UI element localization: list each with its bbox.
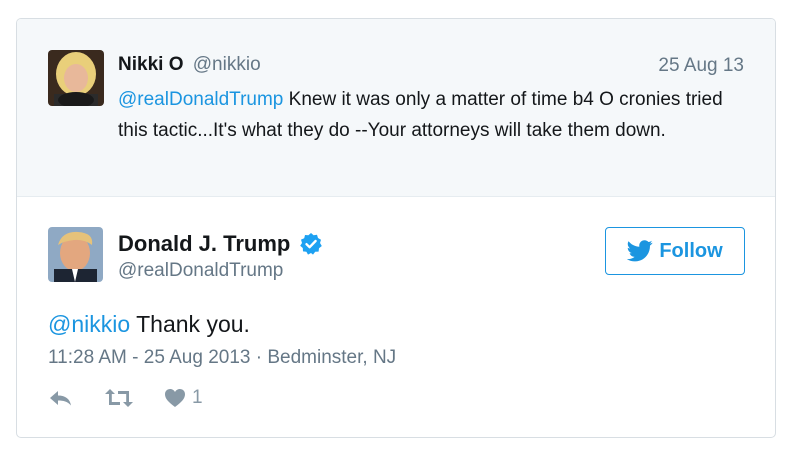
author-handle[interactable]: @realDonaldTrump — [118, 259, 323, 283]
tweet-timestamp-location[interactable]: 11:28 AM - 25 Aug 2013 · Bedminster, NJ — [48, 345, 396, 371]
parent-avatar[interactable] — [48, 50, 104, 106]
verified-badge-icon — [299, 232, 323, 256]
reply-button[interactable] — [48, 388, 74, 408]
like-button[interactable]: 1 — [164, 387, 203, 409]
retweet-icon — [105, 389, 133, 407]
parent-date[interactable]: 25 Aug 13 — [658, 55, 744, 77]
tweet-author[interactable]: Donald J. Trump @realDonaldTrump — [118, 231, 323, 283]
author-name[interactable]: Donald J. Trump — [118, 231, 290, 257]
parent-tweet-text: @realDonaldTrump Knew it was only a matt… — [118, 84, 738, 146]
follow-label: Follow — [659, 239, 723, 262]
parent-author-name[interactable]: Nikki O — [118, 54, 183, 75]
retweet-button[interactable] — [104, 388, 134, 408]
tweet-text: @nikkio Thank you. — [48, 309, 250, 339]
parent-header: Nikki O @nikkio — [118, 53, 261, 77]
follow-button[interactable]: Follow — [605, 227, 745, 275]
parent-author-handle[interactable]: @nikkio — [193, 54, 261, 75]
parent-mention-link[interactable]: @realDonaldTrump — [118, 89, 283, 110]
author-avatar[interactable] — [48, 227, 103, 282]
tweet-text-body: Thank you. — [130, 311, 250, 337]
tweet-actions: 1 — [48, 387, 233, 409]
reply-icon — [50, 391, 71, 406]
like-count: 1 — [192, 387, 203, 408]
mention-link[interactable]: @nikkio — [48, 311, 130, 337]
parent-tweet[interactable]: Nikki O @nikkio 25 Aug 13 @realDonaldTru… — [17, 19, 775, 197]
embedded-tweet-card: Nikki O @nikkio 25 Aug 13 @realDonaldTru… — [16, 18, 776, 438]
twitter-bird-icon — [627, 240, 653, 262]
heart-icon — [165, 389, 185, 407]
